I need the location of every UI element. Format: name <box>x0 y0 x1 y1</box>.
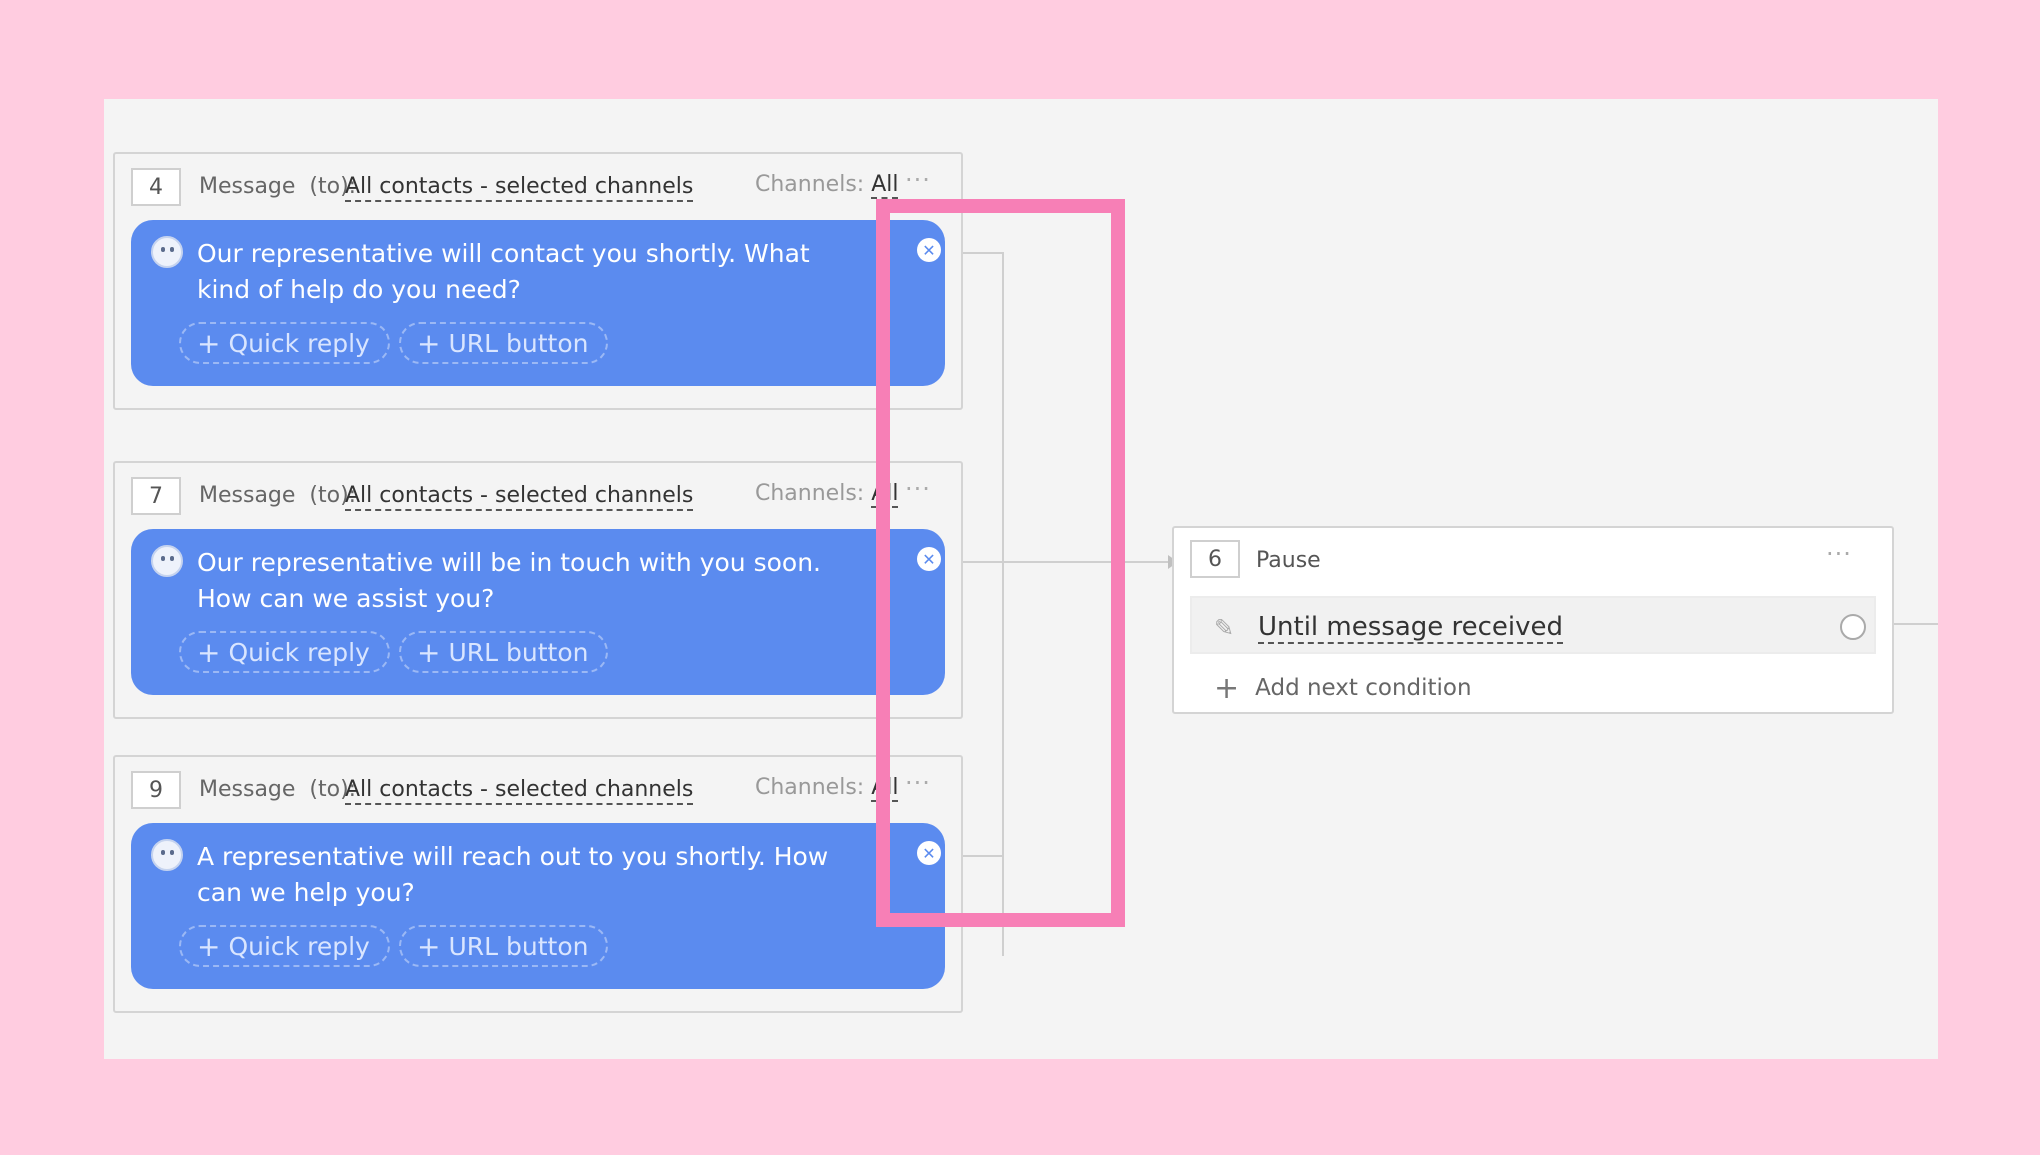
highlight-box <box>876 199 1125 927</box>
plus-icon: + <box>197 635 221 669</box>
node-number: 4 <box>131 168 181 206</box>
message-node[interactable]: 4 Message (to): All contacts - selected … <box>113 152 963 410</box>
connector-circle-icon[interactable] <box>1840 614 1866 640</box>
add-quick-reply-button[interactable]: + Quick reply <box>179 631 390 673</box>
message-bubble[interactable]: A representative will reach out to you s… <box>131 823 945 989</box>
message-bubble[interactable]: Our representative will contact you shor… <box>131 220 945 386</box>
audience-link[interactable]: All contacts - selected channels <box>345 777 694 805</box>
message-text[interactable]: Our representative will be in touch with… <box>197 545 847 617</box>
plus-icon: + <box>417 326 441 360</box>
pause-condition[interactable]: ✎ Until message received <box>1190 596 1876 654</box>
plus-icon: + <box>1214 671 1240 706</box>
condition-text[interactable]: Until message received <box>1258 612 1564 644</box>
node-type-label: Message (to): <box>199 174 357 199</box>
node-number: 7 <box>131 477 181 515</box>
channels-selector[interactable]: Channels: All <box>755 172 899 199</box>
pause-node[interactable]: 6 Pause ··· ✎ Until message received + Ad… <box>1172 526 1894 714</box>
bot-avatar-icon <box>151 839 183 871</box>
more-menu-icon[interactable]: ··· <box>905 166 931 194</box>
node-number: 6 <box>1190 540 1240 578</box>
add-url-button[interactable]: + URL button <box>399 631 609 673</box>
message-node[interactable]: 9 Message (to): All contacts - selected … <box>113 755 963 1013</box>
add-next-condition-button[interactable]: + Add next condition <box>1214 668 1472 706</box>
node-type-label: Pause <box>1256 548 1321 573</box>
add-url-button[interactable]: + URL button <box>399 322 609 364</box>
message-node[interactable]: 7 Message (to): All contacts - selected … <box>113 461 963 719</box>
bot-avatar-icon <box>151 236 183 268</box>
node-type-label: Message (to): <box>199 777 357 802</box>
add-quick-reply-button[interactable]: + Quick reply <box>179 322 390 364</box>
audience-link[interactable]: All contacts - selected channels <box>345 174 694 202</box>
message-text[interactable]: Our representative will contact you shor… <box>197 236 847 308</box>
channels-value[interactable]: All <box>871 172 899 199</box>
bot-avatar-icon <box>151 545 183 577</box>
plus-icon: + <box>417 635 441 669</box>
plus-icon: + <box>197 326 221 360</box>
add-quick-reply-button[interactable]: + Quick reply <box>179 925 390 967</box>
audience-link[interactable]: All contacts - selected channels <box>345 483 694 511</box>
node-type-label: Message (to): <box>199 483 357 508</box>
plus-icon: + <box>417 929 441 963</box>
plus-icon: + <box>197 929 221 963</box>
node-number: 9 <box>131 771 181 809</box>
add-url-button[interactable]: + URL button <box>399 925 609 967</box>
more-menu-icon[interactable]: ··· <box>1826 540 1852 568</box>
pencil-icon[interactable]: ✎ <box>1214 614 1234 642</box>
message-bubble[interactable]: Our representative will be in touch with… <box>131 529 945 695</box>
message-text[interactable]: A representative will reach out to you s… <box>197 839 847 911</box>
